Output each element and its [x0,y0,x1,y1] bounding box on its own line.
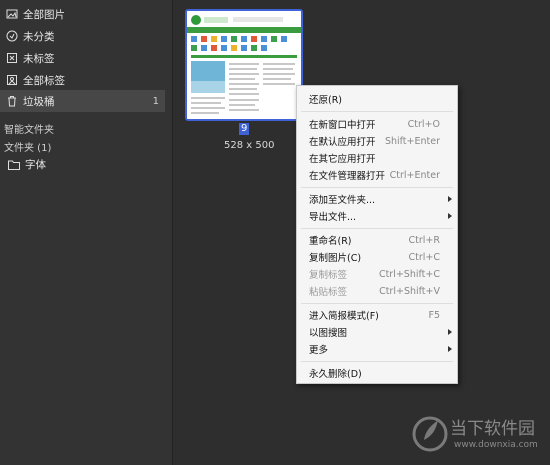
menu-shortcut: Ctrl+Shift+V [379,285,440,297]
menu-shortcut: Ctrl+R [408,234,440,246]
menu-item-add-to-folder[interactable]: 添加至文件夹... [297,191,457,207]
menu-separator [301,303,453,304]
sidebar-item-label: 未分类 [23,30,55,43]
watermark-url: www.downxia.com [454,440,538,450]
menu-item-restore[interactable]: 还原(R) [297,91,457,107]
watermark: 当下软件园 www.downxia.com [410,410,550,460]
trash-count-badge: 1 [152,95,159,107]
menu-item-label: 粘贴标签 [309,287,348,298]
menu-shortcut: F5 [428,309,440,321]
menu-item-paste-tags[interactable]: 粘贴标签 Ctrl+Shift+V [297,283,457,299]
menu-item-open-new-window[interactable]: 在新窗口中打开 Ctrl+O [297,116,457,132]
menu-item-delete-permanently[interactable]: 永久删除(D) [297,365,457,381]
menu-item-copy-image[interactable]: 复制图片(C) Ctrl+C [297,249,457,265]
menu-item-label: 永久删除(D) [309,369,362,380]
menu-shortcut: Shift+Enter [384,135,440,147]
folder-icon [8,158,20,170]
menu-item-open-file-manager[interactable]: 在文件管理器打开 Ctrl+Enter [297,167,457,183]
sidebar: 全部图片 未分类 未标签 全部标签 垃圾桶 1 智能文件夹 文件夹 (1) 字体 [0,0,173,465]
sidebar-item-label: 垃圾桶 [23,95,55,108]
menu-item-label: 在新窗口中打开 [309,120,376,131]
sidebar-item-trash[interactable]: 垃圾桶 1 [0,90,165,112]
menu-item-label: 添加至文件夹... [309,195,376,206]
menu-item-label: 在其它应用打开 [309,154,376,165]
all-tags-icon [6,74,18,86]
image-thumbnail[interactable] [185,9,303,121]
menu-item-label: 更多 [309,345,329,356]
folder-label: 字体 [25,158,46,171]
menu-item-copy-tags[interactable]: 复制标签 Ctrl+Shift+C [297,266,457,282]
sidebar-item-uncategorized[interactable]: 未分类 [0,25,165,47]
trash-icon [6,95,18,107]
folder-item-fonts[interactable]: 字体 [0,154,165,174]
menu-item-label: 复制图片(C) [309,253,362,264]
menu-item-rename[interactable]: 重命名(R) Ctrl+R [297,232,457,248]
menu-shortcut: Ctrl+Enter [389,169,440,181]
menu-separator [301,228,453,229]
menu-item-open-other-app[interactable]: 在其它应用打开 [297,150,457,166]
menu-item-label: 在文件管理器打开 [309,171,386,182]
uncategorized-icon [6,30,18,42]
sidebar-item-untagged[interactable]: 未标签 [0,47,165,69]
menu-item-open-default-app[interactable]: 在默认应用打开 Shift+Enter [297,133,457,149]
thumbnail-preview-image [187,11,301,119]
menu-item-label: 复制标签 [309,270,348,281]
submenu-arrow-icon [448,346,452,352]
menu-shortcut: Ctrl+C [408,251,441,263]
untagged-icon [6,52,18,64]
menu-item-simple-mode[interactable]: 进入简报模式(F) F5 [297,307,457,323]
menu-separator [301,111,453,112]
menu-separator [301,361,453,362]
sidebar-item-label: 未标签 [23,52,55,65]
thumbnail-dimensions: 528 x 500 [224,140,275,151]
thumbnail-filename[interactable]: 9 [239,123,250,135]
watermark-text: 当下软件园 [450,419,535,439]
menu-item-search-by-image[interactable]: 以图搜图 [297,324,457,340]
all-images-icon [6,8,18,20]
menu-item-export-file[interactable]: 导出文件... [297,208,457,224]
submenu-arrow-icon [448,196,452,202]
menu-item-label: 在默认应用打开 [309,137,376,148]
smart-folders-heading[interactable]: 智能文件夹 [4,121,54,136]
menu-item-label: 以图搜图 [309,328,348,339]
menu-item-label: 还原(R) [309,95,343,106]
sidebar-item-label: 全部标签 [23,74,65,87]
menu-item-label: 重命名(R) [309,236,352,247]
menu-item-more[interactable]: 更多 [297,341,457,357]
folders-heading[interactable]: 文件夹 (1) [4,139,51,154]
submenu-arrow-icon [448,329,452,335]
menu-separator [301,187,453,188]
submenu-arrow-icon [448,213,452,219]
sidebar-item-all-tags[interactable]: 全部标签 [0,69,165,91]
sidebar-item-label: 全部图片 [23,8,65,21]
menu-item-label: 导出文件... [309,212,357,223]
context-menu: 还原(R) 在新窗口中打开 Ctrl+O 在默认应用打开 Shift+Enter 在… [296,85,458,384]
menu-shortcut: Ctrl+Shift+C [378,268,440,280]
menu-item-label: 进入简报模式(F) [309,311,379,322]
menu-shortcut: Ctrl+O [407,118,440,130]
sidebar-item-all-images[interactable]: 全部图片 [0,3,165,25]
